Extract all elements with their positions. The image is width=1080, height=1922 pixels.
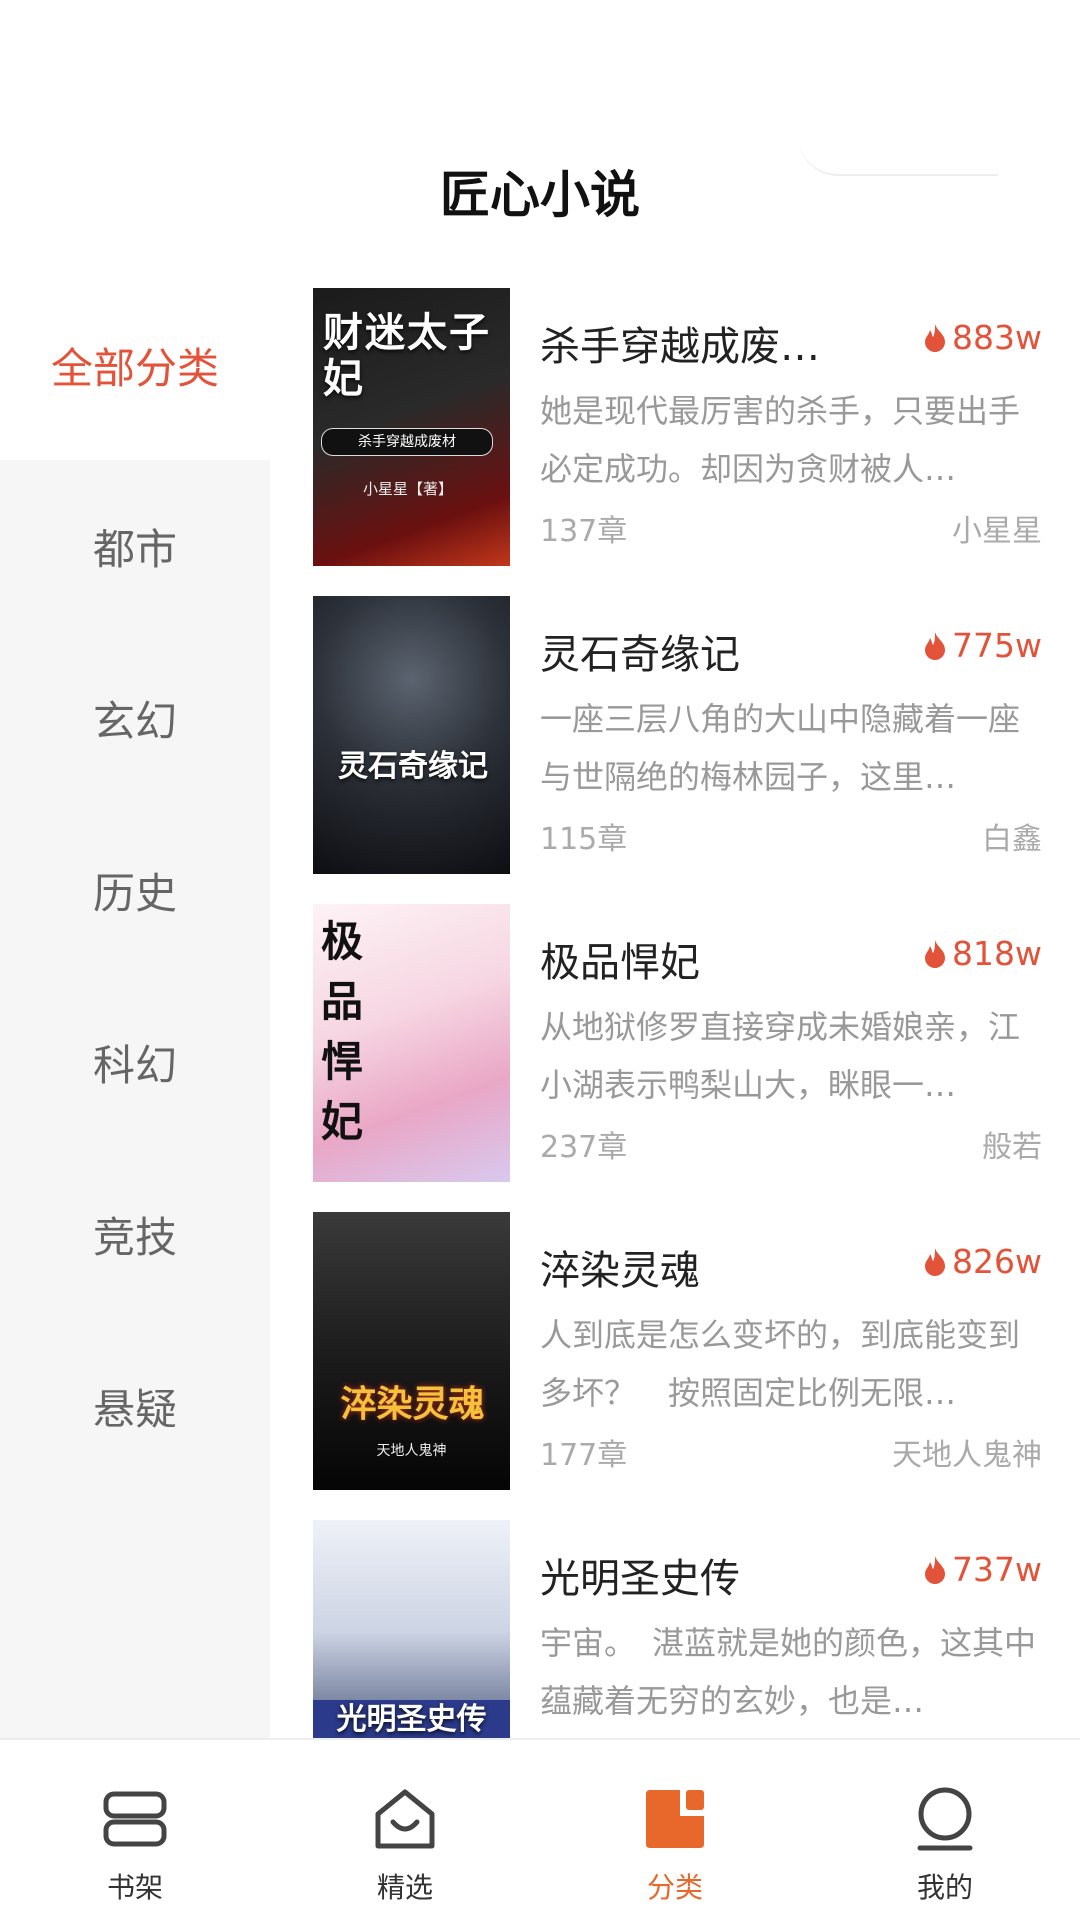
heat-count: 775w	[922, 626, 1042, 665]
bookshelf-icon	[103, 1791, 167, 1847]
book-item[interactable]: 灵石奇缘记 灵石奇缘记 775w 一座三层八角的大山中隐藏着一座与世隔绝的梅林园…	[270, 578, 1080, 886]
heat-value: 826w	[952, 1242, 1042, 1281]
tab-label: 我的	[916, 1871, 973, 1904]
cover-subtitle: 杀手穿越成废材	[321, 428, 493, 456]
sidebar-item-sports[interactable]: 竞技	[0, 1148, 270, 1320]
chapter-count: 137章	[540, 514, 628, 549]
sidebar-item-fantasy[interactable]: 玄幻	[0, 632, 270, 804]
category-icon	[646, 1790, 704, 1848]
tab-label: 精选	[376, 1871, 433, 1904]
page-title: 匠心小说	[440, 166, 640, 224]
heat-count: 826w	[922, 1242, 1042, 1281]
heat-value: 883w	[952, 318, 1042, 357]
book-description: 人到底是怎么变坏的，到底能变到多坏？ 按照固定比例无限…	[540, 1316, 1021, 1412]
chapter-count: 237章	[540, 1130, 628, 1165]
book-title: 淬染灵魂	[540, 1248, 700, 1294]
book-title: 极品悍妃	[540, 940, 700, 986]
book-cover: 灵石奇缘记	[313, 596, 510, 874]
book-title: 灵石奇缘记	[540, 632, 740, 678]
category-sidebar: 全部分类 都市 玄幻 历史 科幻 竞技 悬疑	[0, 270, 270, 1740]
book-cover: 淬染灵魂 天地人鬼神	[313, 1212, 510, 1490]
book-cover: 光明圣史传	[313, 1520, 510, 1740]
book-cover: 极品悍妃	[313, 904, 510, 1182]
book-author: 小星星	[952, 514, 1042, 549]
chapter-count: 177章	[540, 1438, 628, 1473]
heat-value: 775w	[952, 626, 1042, 665]
featured-home-icon	[375, 1789, 435, 1849]
book-item[interactable]: 光明圣史传 光明圣史传 737w 宇宙。 湛蓝就是她的颜色，这其中蕴藏着无穷的玄…	[270, 1502, 1080, 1740]
heat-value: 818w	[952, 934, 1042, 973]
book-title: 光明圣史传	[540, 1556, 740, 1602]
sidebar-item-urban[interactable]: 都市	[0, 460, 270, 632]
book-item[interactable]: 财迷太子妃 杀手穿越成废材 小星星【著】 杀手穿越成废… 883w 她是现代最厉…	[270, 270, 1080, 578]
flame-icon	[925, 323, 946, 352]
book-title: 杀手穿越成废…	[540, 324, 820, 370]
heat-value: 737w	[952, 1550, 1042, 1589]
sidebar-item-all[interactable]: 全部分类	[0, 270, 270, 460]
book-author: 白鑫	[982, 822, 1042, 857]
tab-featured[interactable]: 精选	[270, 1740, 540, 1922]
tab-bookshelf[interactable]: 书架	[0, 1740, 270, 1922]
flame-icon	[925, 939, 946, 968]
chapter-count: 115章	[540, 822, 628, 857]
sidebar-item-scifi[interactable]: 科幻	[0, 976, 270, 1148]
tab-label: 书架	[106, 1871, 163, 1904]
bottom-tab-bar: 书架 精选 分类 我的	[0, 1738, 1080, 1922]
tab-category[interactable]: 分类	[540, 1740, 810, 1922]
tab-label: 分类	[646, 1871, 703, 1904]
heat-count: 818w	[922, 934, 1042, 973]
book-author: 天地人鬼神	[892, 1438, 1042, 1473]
cover-author: 天地人鬼神	[376, 1443, 447, 1459]
book-item[interactable]: 极品悍妃 极品悍妃 818w 从地狱修罗直接穿成未婚娘亲，江小湖表示鸭梨山大，眯…	[270, 886, 1080, 1194]
book-description: 一座三层八角的大山中隐藏着一座与世隔绝的梅林园子，这里…	[540, 700, 1021, 796]
profile-icon	[917, 1787, 973, 1851]
sidebar-item-history[interactable]: 历史	[0, 804, 270, 976]
flame-icon	[925, 1555, 946, 1584]
book-description: 从地狱修罗直接穿成未婚娘亲，江小湖表示鸭梨山大，眯眼一…	[540, 1008, 1021, 1104]
header: 匠心小说	[0, 0, 1080, 270]
book-description: 她是现代最厉害的杀手，只要出手必定成功。却因为贪财被人…	[540, 392, 1021, 488]
flame-icon	[925, 1247, 946, 1276]
book-cover: 财迷太子妃 杀手穿越成废材 小星星【著】	[313, 288, 510, 566]
book-list: 财迷太子妃 杀手穿越成废材 小星星【著】 杀手穿越成废… 883w 她是现代最厉…	[270, 270, 1080, 1740]
flame-icon	[925, 631, 946, 660]
book-item[interactable]: 淬染灵魂 天地人鬼神 淬染灵魂 826w 人到底是怎么变坏的，到底能变到多坏？ …	[270, 1194, 1080, 1502]
heat-count: 883w	[922, 318, 1042, 357]
book-author: 般若	[982, 1130, 1042, 1165]
cover-author: 小星星【著】	[363, 480, 454, 498]
book-description: 宇宙。 湛蓝就是她的颜色，这其中蕴藏着无穷的玄妙，也是…	[540, 1624, 1037, 1720]
tab-profile[interactable]: 我的	[810, 1740, 1080, 1922]
sidebar-item-mystery[interactable]: 悬疑	[0, 1320, 270, 1492]
heat-count: 737w	[922, 1550, 1042, 1589]
